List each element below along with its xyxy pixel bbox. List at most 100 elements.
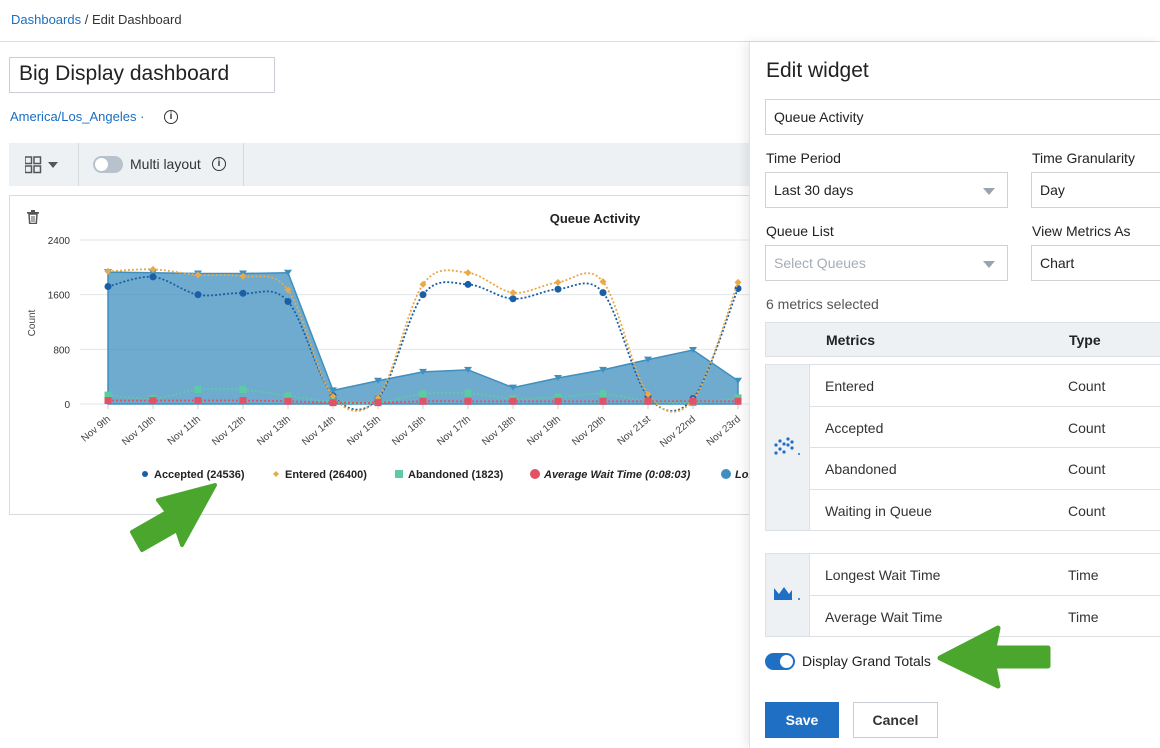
- display-grand-totals-label: Display Grand Totals: [802, 653, 931, 669]
- queue-activity-widget[interactable]: 0 800 1600 2400 Nov 9th Nov 10th Nov 11th Nov …: [9, 195, 769, 515]
- x-tick-label: Nov 19th: [525, 414, 563, 448]
- chevron-down-icon: [48, 162, 58, 168]
- data-point: [149, 397, 157, 405]
- x-tick-label: Nov 15th: [345, 414, 383, 448]
- cancel-button[interactable]: Cancel: [853, 702, 938, 738]
- x-tick-label: Nov 12th: [210, 414, 248, 448]
- data-point: [464, 397, 472, 405]
- breadcrumb-separator: /: [81, 12, 92, 27]
- data-point: [374, 399, 382, 407]
- display-grand-totals-toggle[interactable]: [765, 653, 795, 670]
- legend-marker: [273, 471, 279, 477]
- data-point: [554, 278, 562, 286]
- data-point: [599, 390, 607, 398]
- line-chart-icon: [774, 437, 800, 455]
- metric-row-accepted[interactable]: Accepted Count: [810, 407, 1160, 448]
- legend-item[interactable]: Average Wait Time (0:08:03): [530, 469, 691, 481]
- data-point: [734, 397, 742, 405]
- breadcrumb-current: Edit Dashboard: [91, 12, 182, 27]
- y-tick-label: 800: [53, 345, 70, 356]
- x-tick-label: Nov 10th: [120, 414, 158, 448]
- data-point: [194, 291, 202, 299]
- area-chart-icon: [774, 587, 800, 600]
- line-chart-type-selector[interactable]: [766, 365, 810, 530]
- x-tick-label: Nov 20th: [570, 414, 608, 448]
- time-granularity-select[interactable]: Day: [1031, 172, 1160, 208]
- widget-name-input[interactable]: Queue Activity: [765, 99, 1160, 135]
- time-period-select[interactable]: Last 30 days: [765, 172, 1008, 208]
- delete-widget-button[interactable]: [27, 210, 40, 227]
- metric-row-entered[interactable]: Entered Count: [810, 365, 1160, 407]
- data-point: [419, 397, 427, 405]
- grid-icon: [24, 156, 58, 174]
- view-metrics-label: View Metrics As: [1032, 223, 1131, 239]
- area-chart-type-selector[interactable]: [766, 554, 810, 636]
- metric-name: Longest Wait Time: [825, 567, 941, 583]
- data-point: [104, 282, 112, 290]
- data-point: [464, 269, 472, 277]
- breadcrumb: Dashboards / Edit Dashboard: [11, 12, 182, 27]
- time-period-value: Last 30 days: [774, 182, 854, 198]
- multi-layout-info-icon[interactable]: i: [212, 157, 226, 171]
- metric-type: Count: [1068, 420, 1106, 436]
- type-column-header: Type: [1069, 332, 1101, 348]
- y-tick-label: 2400: [48, 236, 71, 247]
- x-tick-label: Nov 17th: [435, 414, 473, 448]
- legend-label: Average Wait Time (0:08:03): [543, 469, 691, 481]
- data-point: [734, 278, 742, 286]
- data-point: [554, 397, 562, 405]
- annotation-arrow-icon: [937, 625, 1051, 689]
- data-point: [284, 298, 292, 305]
- legend-item[interactable]: Entered (26400): [273, 469, 367, 481]
- metric-type: Time: [1068, 567, 1099, 583]
- metric-row-longest-wait-time[interactable]: Longest Wait Time Time: [810, 554, 1160, 596]
- layout-grid-dropdown[interactable]: [24, 156, 61, 177]
- x-tick-label: Nov 11th: [166, 414, 203, 448]
- x-tick-label: Nov 18th: [480, 414, 518, 448]
- data-point: [284, 397, 292, 405]
- legend-label: Entered (26400): [285, 469, 367, 481]
- legend-label: Abandoned (1823): [408, 469, 504, 481]
- multi-layout-toggle[interactable]: [93, 156, 123, 173]
- data-point: [464, 389, 472, 397]
- timezone-info-icon[interactable]: i: [164, 110, 178, 124]
- dashboard-title-input[interactable]: Big Display dashboard: [9, 57, 275, 93]
- data-point: [599, 289, 607, 297]
- metric-name: Entered: [825, 378, 875, 394]
- data-point: [239, 397, 247, 405]
- legend-marker: [395, 470, 403, 478]
- timezone-selector[interactable]: America/Los_Angeles ·: [10, 109, 144, 124]
- view-metrics-select[interactable]: Chart: [1031, 245, 1160, 281]
- metric-type: Count: [1068, 461, 1106, 477]
- metric-name: Abandoned: [825, 461, 897, 477]
- data-point: [464, 280, 472, 288]
- metrics-table-header: Metrics Type: [765, 322, 1160, 357]
- y-tick-label: 1600: [48, 291, 71, 302]
- x-tick-label: Nov 14th: [300, 414, 338, 448]
- chevron-down-icon: [983, 261, 995, 268]
- trash-icon: [27, 210, 39, 225]
- x-tick-label: Nov 13th: [255, 414, 293, 448]
- x-tick-label: Nov 9th: [79, 414, 112, 445]
- queue-list-placeholder: Select Queues: [774, 255, 866, 271]
- breadcrumb-dashboards-link[interactable]: Dashboards: [11, 12, 81, 27]
- chevron-down-icon: [983, 188, 995, 195]
- data-point: [644, 397, 652, 405]
- x-tick-label: Nov 22nd: [658, 414, 698, 450]
- data-point: [599, 397, 607, 405]
- queue-activity-chart: 080016002400 Nov 9th Nov 10th Nov 11th Nov …: [27, 211, 768, 481]
- data-point: [194, 386, 202, 394]
- queue-list-select[interactable]: Select Queues: [765, 245, 1008, 281]
- toolbar-divider: [78, 143, 79, 186]
- metric-row-abandoned[interactable]: Abandoned Count: [810, 448, 1160, 490]
- toolbar-divider: [243, 143, 244, 186]
- legend-item[interactable]: Abandoned (1823): [395, 469, 504, 481]
- data-point: [104, 397, 112, 405]
- metric-row-waiting-in-queue[interactable]: Waiting in Queue Count: [810, 490, 1160, 532]
- metrics-column-header: Metrics: [826, 332, 876, 348]
- data-point: [239, 386, 247, 394]
- save-button[interactable]: Save: [765, 702, 839, 738]
- data-point: [509, 295, 517, 303]
- y-axis-label: Count: [27, 309, 38, 336]
- data-point: [554, 285, 562, 293]
